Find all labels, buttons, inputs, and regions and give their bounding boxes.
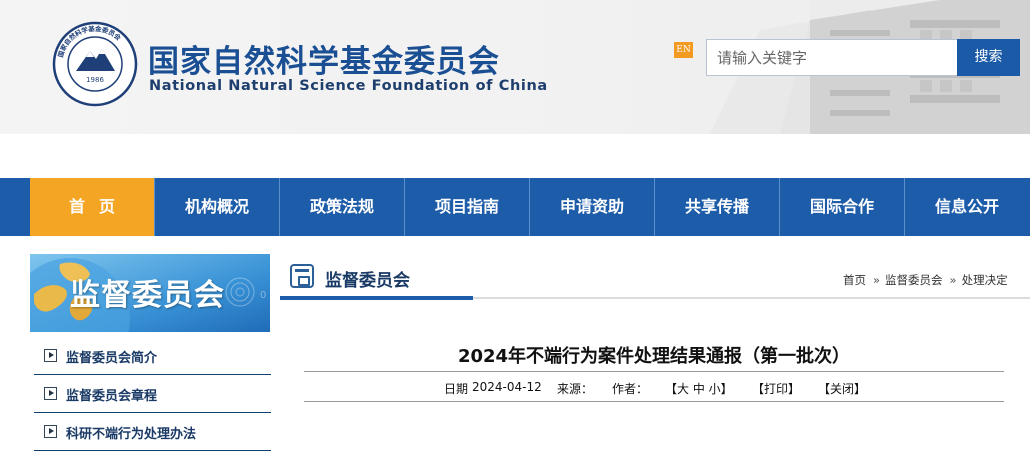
- sidebar-banner-title: 监督委员会: [70, 278, 225, 313]
- logo-year: 1986: [86, 76, 104, 84]
- section-title: 监督委员会: [325, 271, 410, 291]
- arrow-right-icon: [44, 425, 57, 438]
- nav-item-disclosure[interactable]: 信息公开: [905, 178, 1029, 236]
- nav-item-home[interactable]: 首页: [30, 178, 154, 236]
- nav-item-guide[interactable]: 项目指南: [405, 178, 529, 236]
- nsfc-logo[interactable]: 国家自然科学基金委员会 1986: [52, 21, 138, 107]
- nav-item-about[interactable]: 机构概况: [155, 178, 279, 236]
- close-button[interactable]: 【关闭】: [818, 380, 866, 397]
- nsfc-logo-icon: 国家自然科学基金委员会 1986: [52, 21, 138, 107]
- sidebar-item-intro[interactable]: 监督委员会简介: [34, 337, 271, 375]
- site-header: 国家自然科学基金委员会 1986 国家自然科学基金委员会 National Na…: [0, 0, 1030, 134]
- org-name-cn[interactable]: 国家自然科学基金委员会: [148, 36, 500, 81]
- arrow-right-icon: [44, 349, 57, 362]
- nav-item-international[interactable]: 国际合作: [780, 178, 904, 236]
- nav-item-sharing[interactable]: 共享传播: [655, 178, 779, 236]
- date-label: 日期: [444, 382, 469, 396]
- svg-text:0: 0: [260, 290, 266, 301]
- sidebar-item-misconduct-rules[interactable]: 科研不端行为处理办法: [34, 413, 271, 451]
- org-name-en[interactable]: National Natural Science Foundation of C…: [149, 78, 548, 94]
- sidebar-item-label: 监督委员会章程: [66, 389, 158, 404]
- meta-divider-top: [304, 371, 1004, 372]
- document-icon: [290, 264, 314, 288]
- sidebar-item-label: 监督委员会简介: [66, 351, 158, 366]
- sidebar-item-label: 科研不端行为处理办法: [66, 427, 197, 442]
- breadcrumb-current[interactable]: 处理决定: [962, 273, 1008, 287]
- main-nav: 首页 机构概况 政策法规 项目指南 申请资助 共享传播 国际合作 信息公开: [0, 178, 1030, 236]
- section-divider-accent: [280, 296, 473, 300]
- search-button[interactable]: 搜索: [957, 39, 1020, 76]
- article-date: 2024-04-12: [472, 380, 542, 394]
- english-version-button[interactable]: EN: [674, 42, 693, 58]
- meta-divider-bottom: [304, 401, 1004, 402]
- sidebar-banner: 0 监督委员会: [30, 254, 270, 332]
- print-button[interactable]: 【打印】: [752, 380, 800, 397]
- breadcrumb: 首页 » 监督委员会 » 处理决定: [843, 272, 1010, 288]
- breadcrumb-separator: »: [949, 273, 957, 287]
- breadcrumb-home[interactable]: 首页: [843, 273, 866, 287]
- search-input[interactable]: [706, 39, 958, 76]
- source-label: 来源：: [557, 382, 594, 396]
- breadcrumb-section[interactable]: 监督委员会: [885, 273, 943, 287]
- font-size-controls[interactable]: 【大 中 小】: [665, 380, 733, 397]
- nav-item-apply[interactable]: 申请资助: [530, 178, 654, 236]
- nav-item-policies[interactable]: 政策法规: [280, 178, 404, 236]
- article-title: 2024年不端行为案件处理结果通报（第一批次）: [457, 346, 851, 367]
- arrow-right-icon: [44, 387, 57, 400]
- author-label: 作者：: [612, 382, 649, 396]
- sidebar-item-charter[interactable]: 监督委员会章程: [34, 375, 271, 413]
- breadcrumb-separator: »: [873, 273, 881, 287]
